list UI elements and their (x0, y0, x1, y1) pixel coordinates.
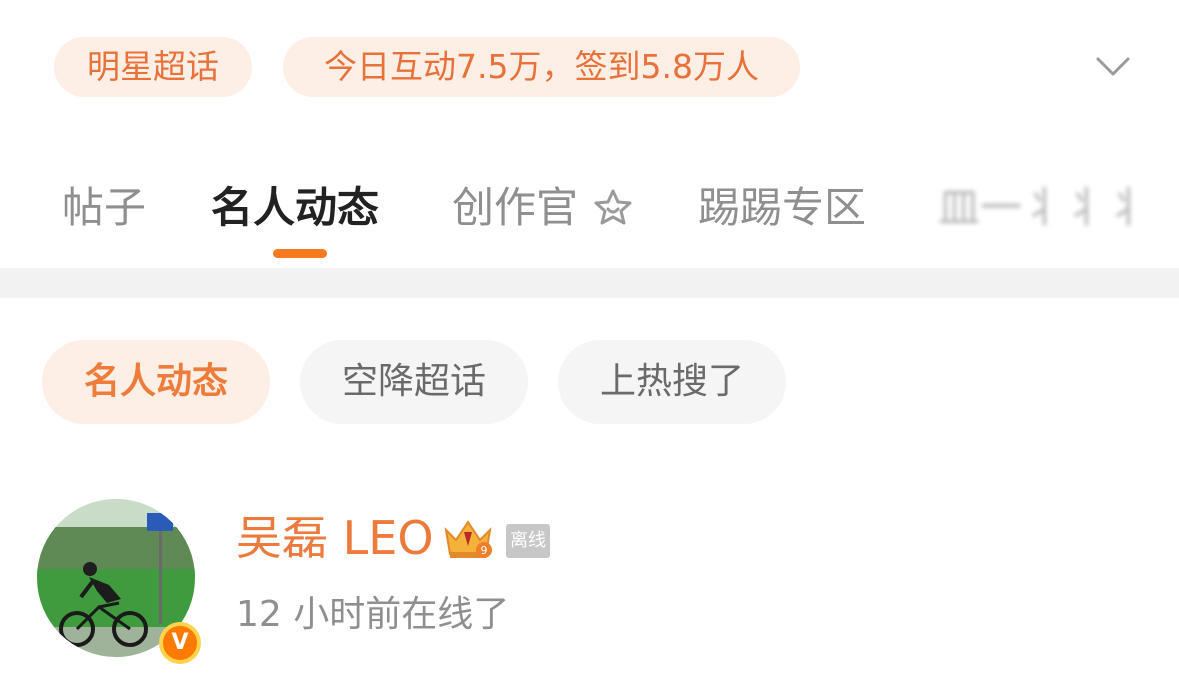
tab-celebrity-updates[interactable]: 名人动态 (211, 180, 379, 236)
chevron-down-icon (1096, 57, 1130, 76)
star-topic-chip[interactable]: 明星超话 (54, 37, 252, 97)
page: 明星超话 今日互动7.5万，签到5.8万人 帖子 名人动态 创作官 踢踢专区 皿… (0, 0, 1179, 688)
filter-celebrity-updates[interactable]: 名人动态 (42, 340, 270, 424)
tab-kick-zone[interactable]: 踢踢专区 (698, 180, 866, 236)
svg-text:9: 9 (481, 544, 488, 557)
verified-icon: V (159, 622, 201, 664)
status-badge: 离线 (506, 524, 550, 558)
tab-bar: 帖子 名人动态 创作官 踢踢专区 皿一丬丬丬 (0, 150, 1179, 268)
activity-stats-chip[interactable]: 今日互动7.5万，签到5.8万人 (283, 37, 800, 97)
last-seen-text: 12 小时前在线了 (236, 594, 510, 635)
user-name[interactable]: 吴磊 LEO (236, 508, 434, 568)
crown-icon: 9 (444, 520, 492, 558)
tab-more[interactable]: 皿一丬丬丬 (938, 180, 1148, 236)
filter-trending[interactable]: 上热搜了 (558, 340, 786, 424)
filter-airdrop[interactable]: 空降超话 (300, 340, 528, 424)
tab-creator[interactable]: 创作官 (452, 180, 578, 236)
star-badge-icon (594, 189, 632, 225)
active-tab-indicator (273, 249, 327, 258)
section-divider (0, 268, 1179, 298)
topic-header: 明星超话 今日互动7.5万，签到5.8万人 (0, 0, 1179, 130)
expand-button[interactable] (1088, 44, 1138, 90)
tab-posts[interactable]: 帖子 (62, 180, 146, 236)
